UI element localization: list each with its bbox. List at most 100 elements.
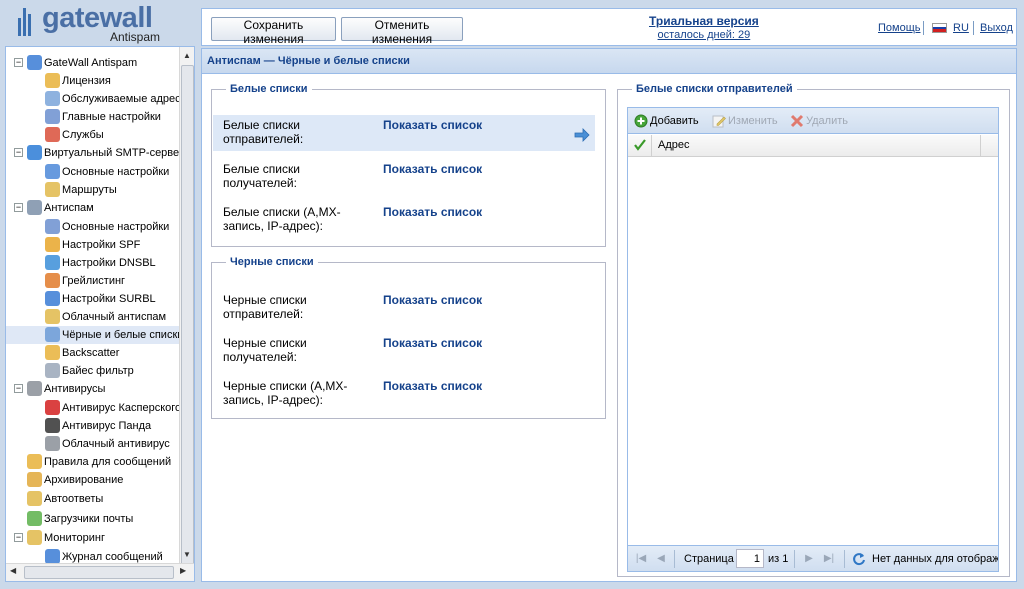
sidebar-item[interactable]: Обслуживаемые адреса	[6, 90, 179, 108]
panda-icon	[45, 418, 60, 433]
sidebar-item[interactable]: Загрузчики почты	[6, 510, 179, 528]
show-list-link[interactable]: Показать список	[383, 118, 482, 132]
save-changes-button[interactable]: Сохранить изменения	[211, 17, 336, 46]
pager-divider	[844, 550, 845, 568]
white-senders-row[interactable]: Белые списки отправителей: Показать спис…	[213, 115, 595, 151]
help-link[interactable]: Помощь	[878, 22, 921, 34]
divider	[973, 21, 974, 35]
gatewall-icon	[27, 55, 42, 70]
cancel-changes-button[interactable]: Отменить изменения	[341, 17, 463, 46]
collapse-toggle-icon[interactable]: −	[14, 58, 23, 67]
horizontal-scrollbar[interactable]: ◀ ▶	[6, 563, 194, 581]
sidebar-item[interactable]: − Антиспам	[6, 199, 179, 217]
sidebar-item-label: Антиспам	[44, 202, 94, 214]
collapse-toggle-icon[interactable]: −	[14, 148, 23, 157]
sidebar-item[interactable]: Антивирус Панда	[6, 417, 179, 435]
kaspersky-icon	[45, 400, 60, 415]
row-label: Черные списки (A,MX-запись, IP-адрес):	[223, 379, 348, 407]
sidebar-item[interactable]: − GateWall Antispam	[6, 54, 179, 72]
sidebar-item[interactable]: Автоответы	[6, 490, 179, 508]
scroll-right-icon[interactable]: ▶	[180, 566, 186, 575]
sidebar-item[interactable]: Байес фильтр	[6, 362, 179, 380]
black-recipients-row[interactable]: Черные списки получателей: Показать спис…	[213, 333, 595, 369]
sidebar-item[interactable]: Журнал сообщений	[6, 548, 179, 563]
settings-mail-icon	[45, 109, 60, 124]
sidebar-item[interactable]: Правила для сообщений	[6, 453, 179, 471]
last-page-icon[interactable]: ▶|	[822, 552, 836, 566]
white-senders-legend: Белые списки отправителей	[636, 83, 793, 95]
sidebar-item-label: Виртуальный SMTP-сервер	[44, 147, 179, 159]
mail-icon	[45, 91, 60, 106]
white-ip-row[interactable]: Белые списки (A,MX-запись, IP-адрес): По…	[213, 202, 595, 238]
sidebar-item-label: Облачный антиспам	[62, 311, 167, 323]
scroll-down-icon[interactable]: ▼	[183, 550, 191, 559]
show-list-link[interactable]: Показать список	[383, 336, 482, 350]
log-icon	[45, 549, 60, 563]
next-page-icon[interactable]: ▶	[802, 552, 816, 566]
scroll-left-icon[interactable]: ◀	[10, 566, 16, 575]
sidebar-item[interactable]: Лицензия	[6, 72, 179, 90]
first-page-icon[interactable]: |◀	[634, 552, 648, 566]
collapse-toggle-icon[interactable]: −	[14, 533, 23, 542]
language-link[interactable]: RU	[953, 22, 969, 34]
white-recipients-row[interactable]: Белые списки получателей: Показать списо…	[213, 159, 595, 195]
row-label: Белые списки (A,MX-запись, IP-адрес):	[223, 205, 341, 233]
route-icon	[45, 182, 60, 197]
show-list-link[interactable]: Показать список	[383, 205, 482, 219]
sidebar-item[interactable]: Грейлистинг	[6, 272, 179, 290]
refresh-icon[interactable]	[852, 552, 866, 566]
sidebar-item[interactable]: Чёрные и белые списки	[6, 326, 179, 344]
sidebar-item[interactable]: Настройки DNSBL	[6, 254, 179, 272]
page-number-input[interactable]	[736, 549, 764, 568]
vertical-scrollbar[interactable]: ▲ ▼	[179, 47, 194, 573]
autoreply-icon	[27, 491, 42, 506]
show-list-link[interactable]: Показать список	[383, 293, 482, 307]
sidebar-item[interactable]: − Мониторинг	[6, 529, 179, 547]
collapse-toggle-icon[interactable]: −	[14, 384, 23, 393]
address-column-header[interactable]: Адрес	[658, 139, 690, 151]
sidebar-item[interactable]: Облачный антиспам	[6, 308, 179, 326]
sidebar-item[interactable]: Backscatter	[6, 344, 179, 362]
sidebar-item-label: Настройки DNSBL	[62, 257, 156, 269]
scrollbar-thumb[interactable]	[181, 65, 194, 573]
grid-header: Адрес	[628, 135, 998, 157]
sidebar-item[interactable]: Настройки SURBL	[6, 290, 179, 308]
collapse-toggle-icon[interactable]: −	[14, 203, 23, 212]
backscatter-icon	[45, 345, 60, 360]
show-list-link[interactable]: Показать список	[383, 162, 482, 176]
row-label: Черные списки получателей:	[223, 336, 307, 364]
show-list-link[interactable]: Показать список	[383, 379, 482, 393]
trial-version-link[interactable]: Триальная версия	[649, 14, 759, 28]
scroll-up-icon[interactable]: ▲	[183, 51, 191, 60]
russia-flag-icon[interactable]	[932, 23, 947, 33]
sidebar-item[interactable]: Службы	[6, 126, 179, 144]
sidebar-item[interactable]: Настройки SPF	[6, 236, 179, 254]
logo-bars-icon	[18, 8, 34, 36]
sidebar-item-label: Основные настройки	[62, 221, 170, 233]
trial-days-link[interactable]: осталось дней: 29	[649, 29, 759, 41]
sidebar-item-label: Лицензия	[62, 75, 111, 87]
sidebar-item[interactable]: Маршруты	[6, 181, 179, 199]
sidebar-item[interactable]: − Антивирусы	[6, 380, 179, 398]
sidebar-item[interactable]: Основные настройки	[6, 163, 179, 181]
prev-page-icon[interactable]: ◀	[654, 552, 668, 566]
pager-divider	[794, 550, 795, 568]
sidebar-item[interactable]: − Виртуальный SMTP-сервер	[6, 144, 179, 162]
sidebar-item[interactable]: Облачный антивирус	[6, 435, 179, 453]
sidebar-item-label: Байес фильтр	[62, 365, 134, 377]
sidebar-item-label: Загрузчики почты	[44, 513, 134, 525]
logout-link[interactable]: Выход	[980, 22, 1013, 34]
select-all-checkbox[interactable]	[628, 135, 652, 156]
navigation-sidebar: − GateWall Antispam Лицензия Обслуживаемые …	[5, 46, 195, 582]
sidebar-item[interactable]: Антивирус Касперского	[6, 399, 179, 417]
sidebar-item-label: Чёрные и белые списки	[62, 329, 179, 341]
navigation-tree: − GateWall Antispam Лицензия Обслуживаемые …	[6, 47, 179, 563]
sidebar-item[interactable]: Главные настройки	[6, 108, 179, 126]
scrollbar-thumb[interactable]	[24, 566, 174, 579]
sidebar-item[interactable]: Архивирование	[6, 471, 179, 489]
black-ip-row[interactable]: Черные списки (A,MX-запись, IP-адрес): П…	[213, 376, 595, 412]
sidebar-item-label: Антивирус Панда	[62, 420, 152, 432]
black-senders-row[interactable]: Черные списки отправителей: Показать спи…	[213, 290, 595, 326]
sidebar-item[interactable]: Основные настройки	[6, 218, 179, 236]
sidebar-item-label: GateWall Antispam	[44, 57, 138, 69]
